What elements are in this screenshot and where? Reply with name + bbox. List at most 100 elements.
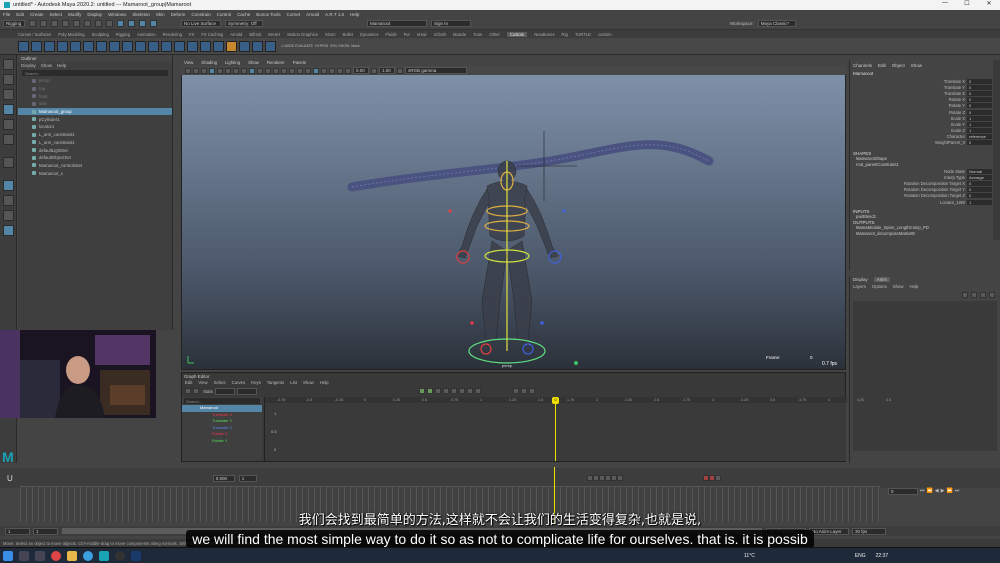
shelf-label-4[interactable]: Mask <box>351 44 359 48</box>
viewport-menu-lighting[interactable]: Lighting <box>225 60 240 65</box>
playback-start-field[interactable]: 1 <box>33 527 58 535</box>
menu-modify[interactable]: Modify <box>68 12 81 17</box>
menu-skin[interactable]: Skin <box>156 12 165 17</box>
maya-taskbar-icon[interactable] <box>99 550 109 561</box>
key-paste-icon[interactable] <box>616 475 623 481</box>
bookmark-icon[interactable] <box>193 67 199 74</box>
film-gate-icon[interactable] <box>217 67 223 74</box>
shelf-tab-fx-caching[interactable]: FX Caching <box>201 32 223 37</box>
menu-control[interactable]: Control <box>217 12 232 17</box>
key-stats-icon[interactable] <box>528 388 535 394</box>
attr-value[interactable]: 0 <box>967 187 992 193</box>
shelf-tab-rigging[interactable]: Rigging <box>116 32 130 37</box>
shelf-tab-turtle[interactable]: TURTLE <box>575 32 591 37</box>
shelf-tab-bullet[interactable]: Bullet <box>343 32 353 37</box>
menu-deform[interactable]: Deform <box>171 12 186 17</box>
sign-in-button[interactable]: Sign In <box>431 20 471 27</box>
buffer-curve-icon[interactable] <box>512 388 519 394</box>
grid-icon[interactable] <box>209 67 215 74</box>
menu-cornet[interactable]: Cornet <box>287 12 301 17</box>
layer-up-icon[interactable] <box>962 291 968 298</box>
graph-area[interactable]: -0.75 -0.5 -0.25 0 0.25 0.5 0.75 1 1.25 1.5 1.75 2 2… <box>264 397 891 461</box>
snap-grid-icon[interactable] <box>117 20 124 27</box>
new-layer-selected-icon[interactable] <box>989 291 995 298</box>
textured-icon[interactable] <box>265 67 271 74</box>
outliner-item[interactable]: top <box>18 85 172 93</box>
viewport-menu-show[interactable]: Show <box>248 60 259 65</box>
menu-windows[interactable]: Windows <box>108 12 126 17</box>
workspace-dropdown[interactable]: Maya Classic* <box>757 20 796 27</box>
paint-select-icon[interactable] <box>3 89 14 100</box>
fps-dropdown[interactable]: 30 fps <box>852 527 886 535</box>
redo-icon[interactable] <box>73 20 80 27</box>
menu-constrain[interactable]: Constrain <box>191 12 210 17</box>
layer-tab-display[interactable]: Display <box>853 277 868 282</box>
menu-select[interactable]: Select <box>50 12 63 17</box>
constraint-icon[interactable] <box>96 40 107 52</box>
shelf-tab-muscle[interactable]: Muscle <box>453 32 466 37</box>
new-scene-icon[interactable] <box>29 20 36 27</box>
shelf-tab-custom[interactable]: custom <box>598 32 612 37</box>
select-object-icon[interactable] <box>95 20 102 27</box>
stats-field-2[interactable] <box>236 387 257 395</box>
snap-view-icon[interactable] <box>150 20 157 27</box>
shelf-label-3[interactable]: ENV SHOW <box>330 44 349 48</box>
save-scene-icon[interactable] <box>51 20 58 27</box>
outliner-item[interactable]: persp <box>18 77 172 85</box>
shelf-tab-other[interactable]: Other <box>489 32 499 37</box>
move-key-icon[interactable] <box>185 388 191 394</box>
menu-cache[interactable]: Cache <box>237 12 250 17</box>
paint-weights-icon[interactable] <box>135 40 146 52</box>
outliner-item[interactable]: defaultLightSet <box>18 146 172 154</box>
flat-tangent-icon[interactable] <box>450 388 457 394</box>
shelf-tab-mash[interactable]: MASH <box>268 32 280 37</box>
channel-value[interactable]: 0 <box>967 140 992 146</box>
menu-file[interactable]: File <box>3 12 10 17</box>
shelf-tab-newbones[interactable]: NewBones <box>534 32 554 37</box>
channel-menu-edit[interactable]: Edit <box>878 63 886 68</box>
layer-menu-layers[interactable]: Layers <box>853 284 866 289</box>
start-frame-field[interactable]: 1 <box>5 527 30 535</box>
new-layer-icon[interactable] <box>980 291 986 298</box>
wireframe-icon[interactable] <box>249 67 255 74</box>
menu-arnold[interactable]: Arnold <box>306 12 319 17</box>
outliner-item[interactable]: L_arm_constraint1 <box>18 131 172 139</box>
smooth-shade-icon[interactable] <box>257 67 263 74</box>
play-back-icon[interactable]: ◀ <box>935 488 939 494</box>
unify-tangent-icon[interactable] <box>474 388 481 394</box>
scale-tool-icon[interactable] <box>3 134 14 145</box>
outliner-item[interactable]: side <box>18 100 172 108</box>
select-component-icon[interactable] <box>106 20 113 27</box>
attr-value[interactable]: Normal <box>967 168 992 174</box>
undo-icon[interactable] <box>62 20 69 27</box>
lattice-icon[interactable] <box>70 40 81 52</box>
constraint-attr-row[interactable]: Locator_1W0 1 <box>850 199 1000 205</box>
outliner-item[interactable]: L_arm_constraint1 <box>18 139 172 147</box>
graph-menu-edit[interactable]: Edit <box>185 380 192 385</box>
freeze-icon[interactable] <box>161 40 172 52</box>
character-icon[interactable] <box>226 40 237 52</box>
channel-value[interactable]: 0 <box>967 103 992 109</box>
live-surface-field[interactable]: No Live Surface <box>181 20 221 27</box>
menu-a-r-t-1-0[interactable]: A.R.T 1.0 <box>325 12 344 17</box>
viewport-menu-view[interactable]: View <box>184 60 193 65</box>
attr-value[interactable]: 0 <box>967 193 992 199</box>
shadows-icon[interactable] <box>281 67 287 74</box>
channel-row[interactable]: WeightParent_0 0 <box>850 140 1000 146</box>
graph-menu-tangents[interactable]: Tangents <box>267 380 284 385</box>
search-icon[interactable] <box>19 550 29 561</box>
name-field[interactable]: Mamaroot <box>367 20 427 27</box>
viewport-persp[interactable]: Frame: 0 0.7 fps persp <box>181 60 846 370</box>
shelf-tab-dynamics[interactable]: Dynamics <box>360 32 378 37</box>
channel-menu-channels[interactable]: Channels <box>853 63 872 68</box>
layer-menu-show[interactable]: Show <box>893 284 904 289</box>
channel-value[interactable]: 1 <box>967 121 992 127</box>
shelf-tab-xgen[interactable]: XGen <box>325 32 336 37</box>
ik-handle-icon[interactable] <box>31 40 42 52</box>
outliner-menu-display[interactable]: Display <box>21 63 36 68</box>
ssao-icon[interactable] <box>289 67 295 74</box>
far-clip-field[interactable]: 1.00 <box>379 67 395 74</box>
viewport-menu-renderer[interactable]: Renderer <box>267 60 285 65</box>
skin-icon[interactable] <box>122 40 133 52</box>
last-tool-icon[interactable] <box>3 157 14 168</box>
